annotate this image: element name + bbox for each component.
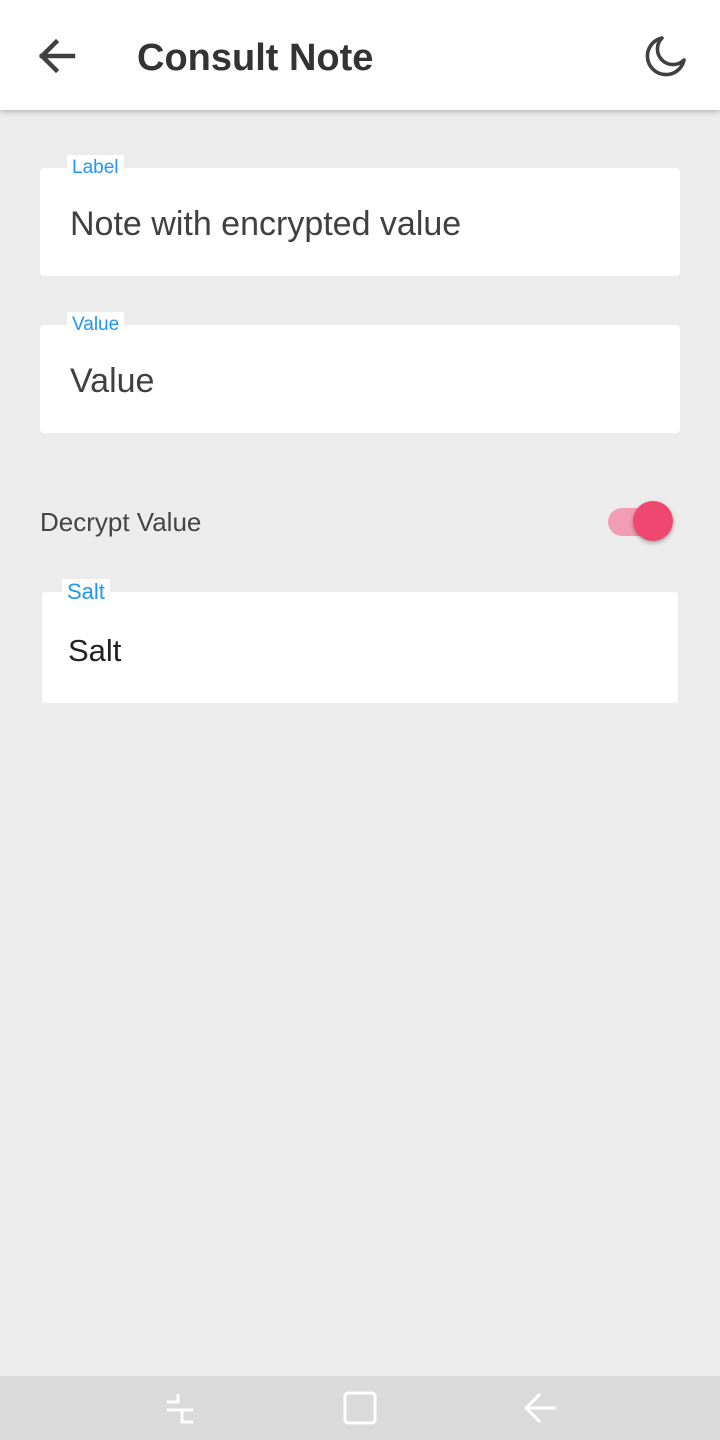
recents-button[interactable] bbox=[150, 1384, 210, 1432]
value-field-legend: Value bbox=[67, 312, 125, 338]
salt-field[interactable]: Salt Salt bbox=[42, 579, 678, 703]
dark-mode-toggle[interactable] bbox=[638, 28, 694, 84]
home-icon bbox=[343, 1391, 377, 1425]
label-field-legend: Label bbox=[67, 155, 124, 181]
value-field[interactable]: Value Value bbox=[40, 312, 680, 433]
decrypt-value-label: Decrypt Value bbox=[40, 507, 202, 537]
back-button[interactable] bbox=[28, 30, 84, 82]
arrow-back-icon bbox=[38, 38, 76, 74]
value-field-value: Value bbox=[70, 362, 155, 400]
page-title: Consult Note bbox=[137, 37, 374, 79]
salt-field-value: Salt bbox=[68, 633, 122, 668]
nav-back-icon bbox=[523, 1392, 556, 1424]
label-field-value: Note with encrypted value bbox=[70, 205, 462, 243]
system-back-button[interactable] bbox=[510, 1384, 570, 1432]
home-button[interactable] bbox=[330, 1384, 390, 1432]
app-bar: Consult Note bbox=[0, 0, 720, 110]
salt-field-legend: Salt bbox=[62, 579, 110, 605]
decrypt-value-switch[interactable] bbox=[600, 496, 680, 548]
moon-icon bbox=[645, 36, 686, 77]
recents-icon bbox=[167, 1394, 193, 1424]
switch-thumb bbox=[633, 501, 673, 541]
system-nav-bar bbox=[0, 1376, 720, 1440]
label-field[interactable]: Label Note with encrypted value bbox=[40, 155, 680, 276]
